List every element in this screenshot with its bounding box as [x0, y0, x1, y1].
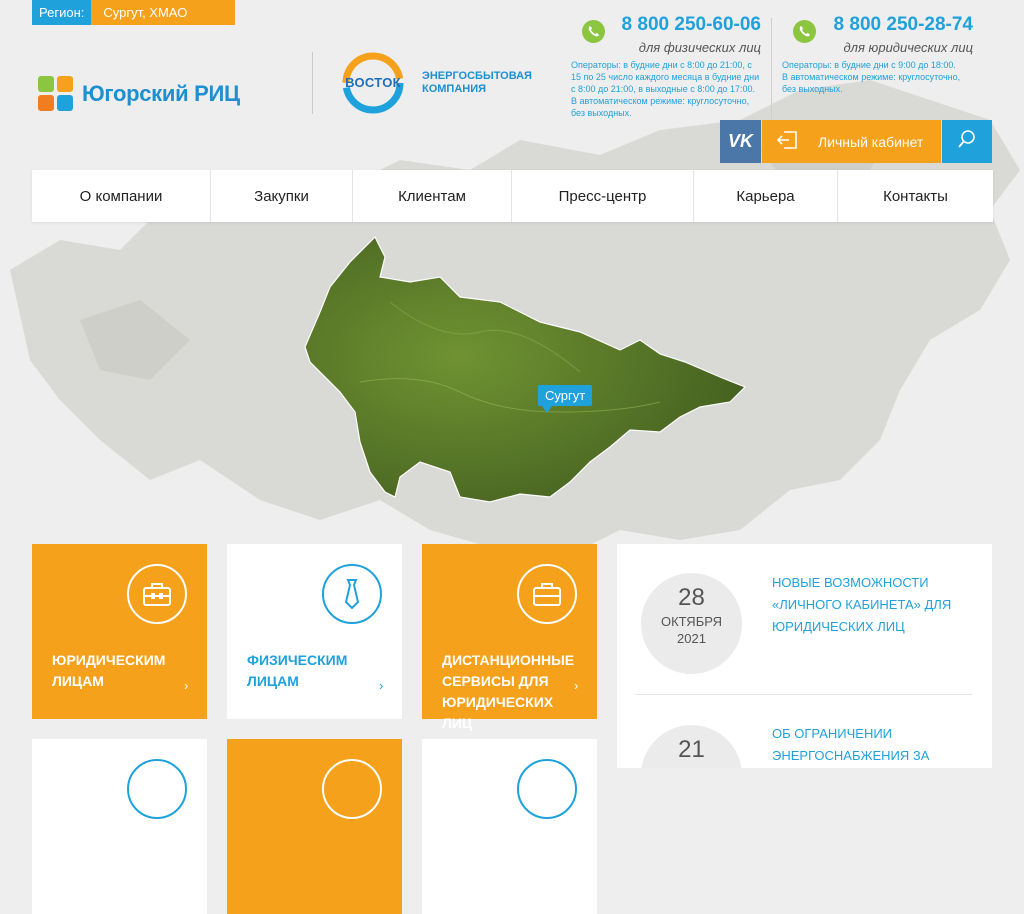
- logo-ugra-ric[interactable]: Югорский РИЦ: [38, 76, 240, 111]
- vostok-logo-icon: ВОСТОК: [340, 50, 406, 116]
- phone-number[interactable]: 8 800 250-28-74: [834, 14, 973, 36]
- news-title-link[interactable]: Об ограничении энергоснабжения за долги …: [772, 723, 972, 768]
- tile-item[interactable]: [227, 739, 402, 914]
- briefcase-icon: [127, 564, 187, 624]
- nav-item-clients[interactable]: Клиентам: [353, 170, 512, 222]
- tile-individuals[interactable]: Физическим лицам ›: [227, 544, 402, 719]
- phone-note: Операторы: в будние дни с 9:00 до 18:00.…: [782, 60, 961, 94]
- briefcase-icon: [517, 564, 577, 624]
- news-date-day: 28: [678, 584, 705, 611]
- chevron-right-icon: ›: [379, 678, 384, 693]
- vk-icon: VK: [727, 131, 753, 151]
- nav-item-career[interactable]: Карьера: [694, 170, 838, 222]
- logo-vostok[interactable]: ВОСТОК Энергосбытовая компания: [340, 50, 532, 116]
- tile-label: Физическим лицам: [247, 652, 348, 689]
- nav-item-about[interactable]: О компании: [32, 170, 211, 222]
- nav-item-press[interactable]: Пресс-центр: [512, 170, 694, 222]
- ugra-logo-icon: [38, 76, 73, 111]
- news-date-year: 2021: [677, 631, 706, 646]
- personal-cabinet-button[interactable]: Личный кабинет: [762, 120, 941, 163]
- tile-legal-entities[interactable]: Юридическим лицам ›: [32, 544, 207, 719]
- phone-icon: [793, 20, 816, 43]
- nav-item-contacts[interactable]: Контакты: [838, 170, 993, 222]
- chevron-right-icon: ›: [184, 678, 189, 693]
- city-pin-surgut[interactable]: Сургут: [538, 385, 593, 413]
- tie-icon: [322, 564, 382, 624]
- cabinet-label: Личный кабинет: [818, 133, 924, 150]
- region-selector[interactable]: Регион: Сургут, ХМАО: [32, 0, 236, 25]
- news-date-month: октября: [660, 614, 723, 629]
- tile-item[interactable]: [32, 739, 207, 914]
- vostok-logo-subtitle: Энергосбытовая компания: [422, 70, 532, 95]
- vostok-logo-word: ВОСТОК: [345, 75, 401, 90]
- ugra-logo-text: Югорский РИЦ: [82, 80, 240, 106]
- phone-block-individuals: 8 800 250-60-06 для физических лиц Опера…: [571, 14, 767, 124]
- phone-icon: [582, 20, 605, 43]
- vk-button[interactable]: VK: [720, 120, 761, 163]
- main-nav: О компании Закупки Клиентам Пресс-центр …: [32, 170, 993, 222]
- nav-item-purchases[interactable]: Закупки: [211, 170, 353, 222]
- news-date-day: 21: [678, 736, 705, 763]
- news-title-link[interactable]: Новые возможности «Личного кабинета» для…: [772, 572, 972, 638]
- tile-item[interactable]: [422, 739, 597, 914]
- news-panel: 28 октября 2021 Новые возможности «Лично…: [617, 544, 992, 768]
- phone-separator: [771, 18, 772, 120]
- logo-divider: [312, 52, 313, 114]
- tile-label: Дистанционные сервисы для юридических ли…: [442, 652, 575, 731]
- service-icon: [517, 759, 577, 819]
- phone-block-legal: 8 800 250-28-74 для юридических лиц Опер…: [782, 14, 978, 124]
- tile-label: Юридическим лицам: [52, 652, 166, 689]
- news-separator: [635, 694, 972, 695]
- login-icon: [762, 130, 812, 153]
- phone-subtitle: для юридических лиц: [843, 40, 973, 55]
- phone-number[interactable]: 8 800 250-60-06: [622, 14, 761, 36]
- search-icon: [957, 129, 977, 154]
- service-icon: [127, 759, 187, 819]
- news-date: 21: [641, 725, 742, 768]
- region-value[interactable]: Сургут, ХМАО: [91, 0, 236, 25]
- region-map: [304, 235, 747, 503]
- tile-remote-services[interactable]: Дистанционные сервисы для юридических ли…: [422, 544, 597, 731]
- news-date: 28 октября 2021: [641, 573, 742, 674]
- region-label: Регион:: [32, 0, 92, 25]
- phone-note: Операторы: в будние дни с 8:00 до 21:00,…: [571, 60, 760, 118]
- service-icon: [322, 759, 382, 819]
- phone-subtitle: для физических лиц: [638, 40, 761, 55]
- search-button[interactable]: [942, 120, 992, 163]
- chevron-right-icon: ›: [574, 678, 579, 693]
